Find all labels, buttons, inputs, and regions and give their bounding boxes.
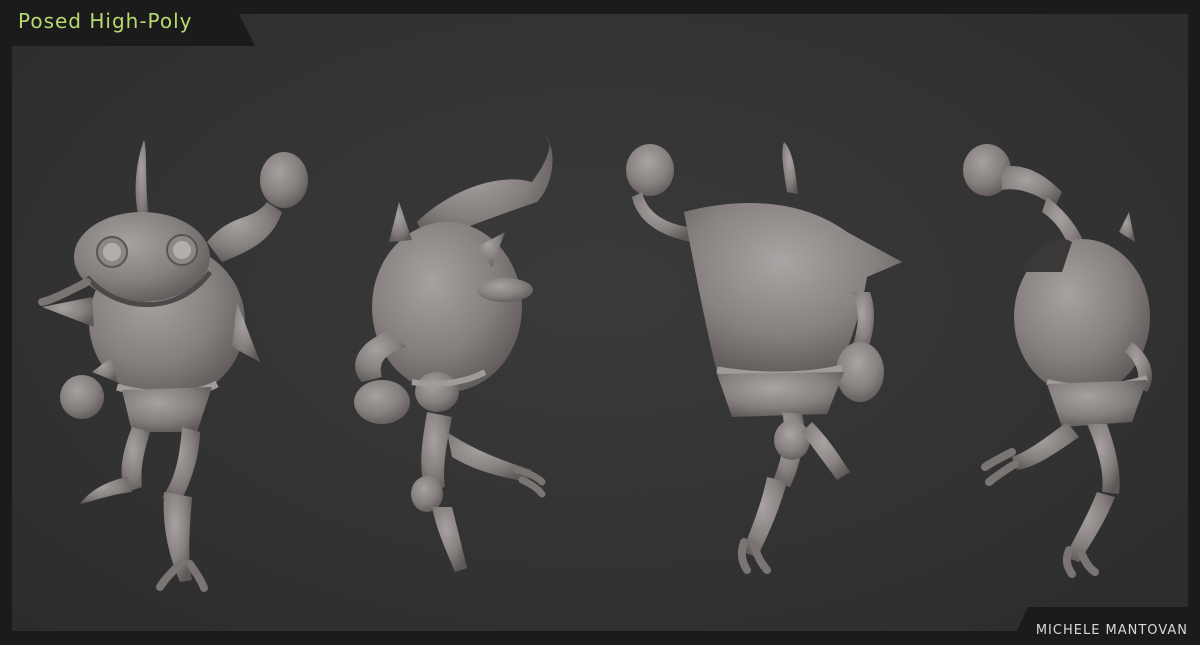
render-canvas [12,14,1188,631]
render-frame: Posed High-Poly MICHELE MANTOVAN [0,0,1200,645]
figure-front-view [32,132,332,592]
page-title: Posed High-Poly [18,9,193,33]
sculpt-back-view [626,142,902,574]
author-credit: MICHELE MANTOVAN [1035,623,1188,638]
sculpt-side-view [963,144,1152,578]
figure-back-view [612,132,912,582]
figure-side-view [947,132,1177,582]
sculpt-front-view [38,140,308,592]
sculpt-three-quarter-view [354,136,553,572]
figure-three-quarter-view [327,132,587,582]
